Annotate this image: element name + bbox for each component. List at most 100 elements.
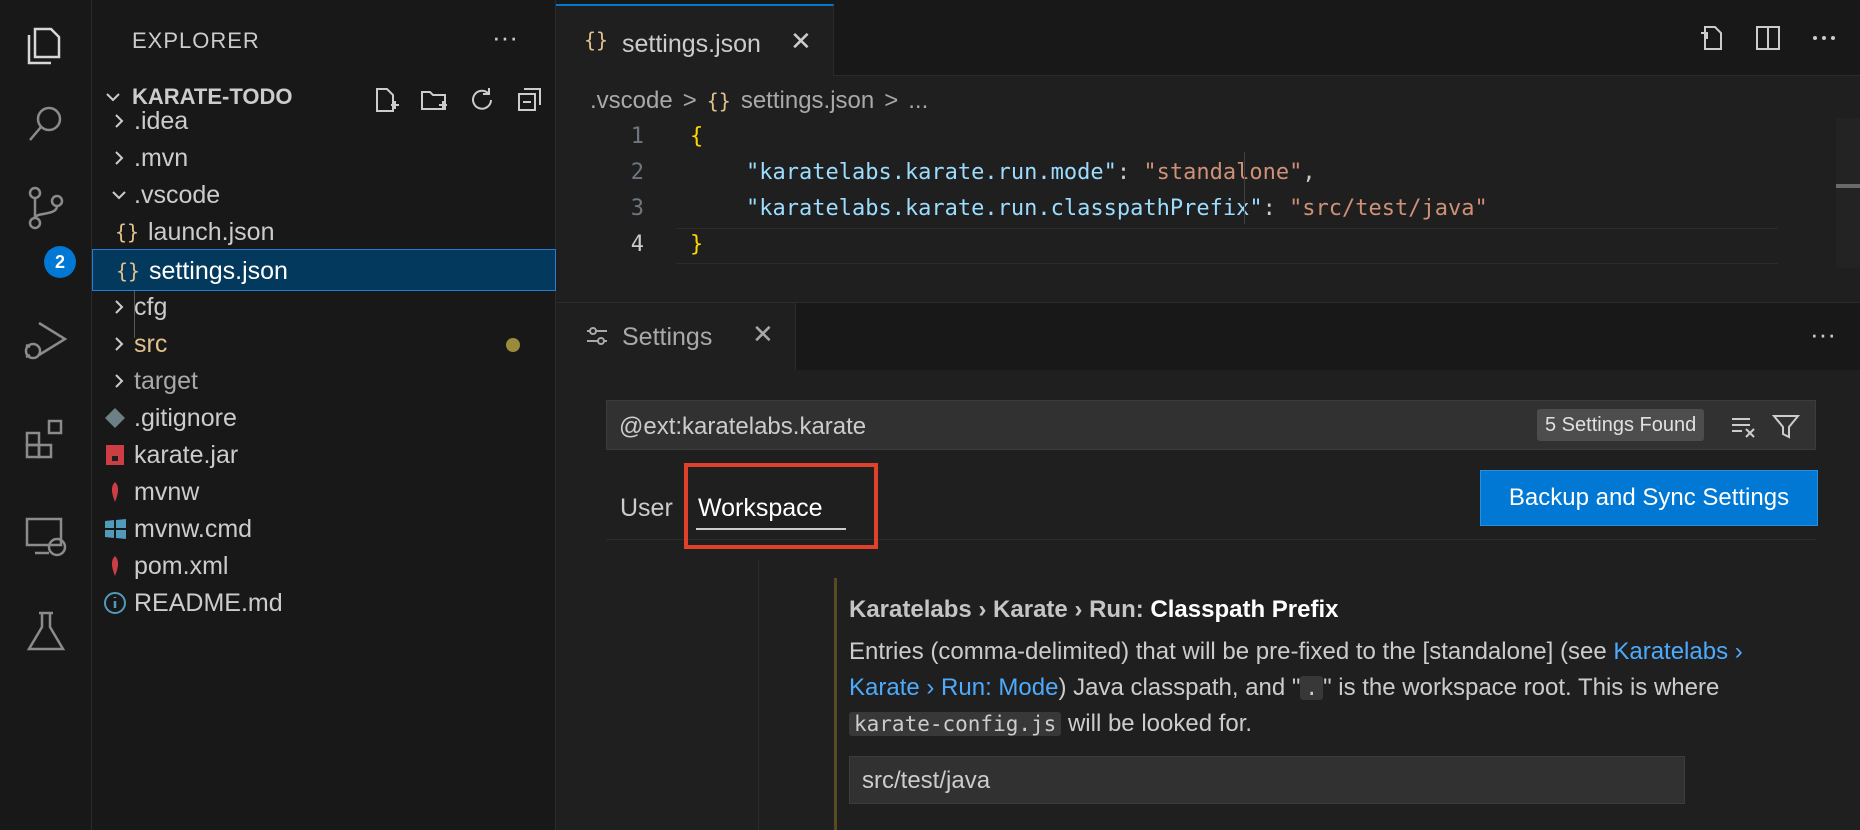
line-number: 1 (630, 124, 644, 149)
code-line: 1 { (556, 118, 1796, 154)
code-text: "karatelabs.karate.run.mode": "standalon… (746, 160, 1316, 185)
explorer-sidebar: EXPLORER ··· KARATE-TODO .idea .mvn .vsc… (92, 0, 556, 830)
chevron-right-icon (115, 114, 124, 128)
breadcrumb-separator: > (682, 87, 697, 114)
code-line: 2 "karatelabs.karate.run.mode": "standal… (556, 154, 1796, 190)
tree-item-label: .vscode (134, 181, 221, 209)
tree-item-label: mvnw.cmd (134, 515, 253, 543)
chevron-down-icon (112, 191, 126, 200)
search-value: @ext:karatelabs.karate (619, 413, 867, 440)
settings-search-input[interactable]: @ext:karatelabs.karate 5 Settings Found (606, 400, 1816, 450)
tree-item-label: pom.xml (134, 552, 229, 580)
json-file-icon: {} (114, 220, 140, 244)
tree-item-src[interactable]: src (92, 323, 556, 365)
tree-item-mvnw-cmd[interactable]: mvnw.cmd (92, 508, 556, 550)
chevron-right-icon (115, 151, 124, 165)
explorer-more-icon[interactable]: ··· (492, 22, 518, 53)
more-actions-icon[interactable] (1808, 22, 1840, 54)
close-icon[interactable]: ✕ (790, 26, 812, 57)
close-icon[interactable]: ✕ (752, 319, 774, 350)
breadcrumb-file[interactable]: settings.json (741, 87, 874, 115)
json-file-icon: {} (706, 89, 731, 113)
tab-label: Settings (622, 323, 713, 351)
editor-area: {} settings.json ✕ .vscode > {} settings… (556, 0, 1860, 830)
source-control-badge: 2 (44, 246, 76, 278)
tree-item-cfg[interactable]: cfg (92, 286, 556, 328)
settings-sliders-icon (587, 327, 607, 345)
explorer-header: EXPLORER (132, 28, 260, 53)
code-line: 3 "karatelabs.karate.run.classpathPrefix… (556, 190, 1796, 226)
tab-label: settings.json (622, 30, 761, 58)
tree-item-label: mvnw (134, 478, 200, 506)
tree-item-mvn[interactable]: .mvn (92, 137, 556, 179)
backup-sync-button[interactable]: Backup and Sync Settings (1480, 470, 1818, 526)
vscode-window: 2 EXPLORER ··· KARATE-TODO .idea .mvn .v… (0, 0, 1860, 830)
split-editor-icon[interactable] (1752, 22, 1784, 54)
setting-title: Karatelabs › Karate › Run: Classpath Pre… (849, 596, 1339, 623)
setting-classpath-prefix: Karatelabs › Karate › Run: Classpath Pre… (834, 578, 1794, 830)
tree-item-label: .mvn (134, 144, 189, 172)
current-line-highlight (676, 228, 1778, 264)
settings-tabbar: Settings ✕ ··· (556, 302, 1860, 371)
code-indent-guide (1244, 152, 1245, 224)
search-icon[interactable] (18, 96, 74, 152)
tree-item-label: cfg (134, 293, 168, 321)
editor-scrollbar[interactable] (1836, 118, 1860, 268)
setting-description: Entries (comma-delimited) that will be p… (849, 638, 1743, 737)
json-file-icon: {} (115, 259, 141, 283)
breadcrumb: .vscode > {} settings.json > ... (590, 84, 928, 118)
explorer-icon[interactable] (18, 16, 74, 72)
clear-filter-icon[interactable] (1729, 411, 1759, 441)
more-actions-icon[interactable]: ··· (1810, 319, 1836, 350)
tree-item-vscode[interactable]: .vscode (92, 174, 556, 216)
tree-item-label: settings.json (149, 257, 288, 285)
classpath-prefix-input[interactable]: src/test/java (849, 756, 1685, 804)
chevron-right-icon (115, 337, 124, 351)
modified-dot-icon (506, 338, 520, 352)
maven-icon (111, 556, 119, 576)
run-debug-icon[interactable] (18, 312, 74, 368)
tree-item-label: .gitignore (134, 404, 237, 432)
windows-icon (105, 519, 126, 539)
tab-user[interactable]: User (620, 494, 673, 523)
editor-tabbar: {} settings.json ✕ (556, 0, 1860, 76)
extensions-icon[interactable] (18, 410, 74, 466)
tree-item-pom-xml[interactable]: pom.xml (92, 545, 556, 587)
tree-item-mvnw[interactable]: mvnw (92, 471, 556, 513)
tab-workspace[interactable]: Workspace (698, 494, 823, 523)
filter-icon[interactable] (1771, 411, 1801, 441)
breadcrumb-separator: > (884, 87, 899, 114)
git-icon (105, 408, 125, 428)
tree-item-label: karate.jar (134, 441, 239, 469)
source-control-icon[interactable] (18, 180, 74, 236)
tree-item-settings-json[interactable]: {} settings.json (92, 249, 556, 291)
tree-item-target[interactable]: target (92, 360, 556, 402)
line-number: 3 (630, 196, 644, 221)
editor-scroll-thumb[interactable] (1836, 184, 1860, 188)
input-value: src/test/java (862, 767, 991, 794)
json-file-icon: {} (584, 28, 609, 52)
tree-item-label: README.md (134, 589, 283, 617)
testing-icon[interactable] (18, 604, 74, 660)
maven-icon (111, 482, 119, 502)
code-text: { (690, 124, 704, 149)
tree-item-gitignore[interactable]: .gitignore (92, 397, 556, 439)
breadcrumb-folder[interactable]: .vscode (590, 87, 673, 115)
tree-item-label: src (134, 330, 168, 358)
settings-editor: @ext:karatelabs.karate 5 Settings Found … (556, 370, 1860, 830)
activity-bar: 2 (0, 0, 92, 830)
jar-file-icon (106, 445, 124, 465)
tree-item-label: launch.json (148, 218, 275, 246)
tab-settings-json[interactable]: {} settings.json ✕ (556, 4, 834, 76)
tree-item-launch-json[interactable]: {} launch.json (92, 211, 556, 253)
tree-item-readme-md[interactable]: README.md (92, 582, 556, 624)
tree-item-idea[interactable]: .idea (92, 100, 556, 142)
tab-settings[interactable]: Settings ✕ (556, 303, 796, 371)
line-number: 2 (630, 160, 644, 185)
open-settings-ui-icon[interactable] (1696, 22, 1728, 54)
breadcrumb-tail[interactable]: ... (908, 87, 928, 115)
remote-explorer-icon[interactable] (18, 508, 74, 564)
chevron-right-icon (115, 374, 124, 388)
tree-item-karate-jar[interactable]: karate.jar (92, 434, 556, 476)
chevron-right-icon (115, 300, 124, 314)
